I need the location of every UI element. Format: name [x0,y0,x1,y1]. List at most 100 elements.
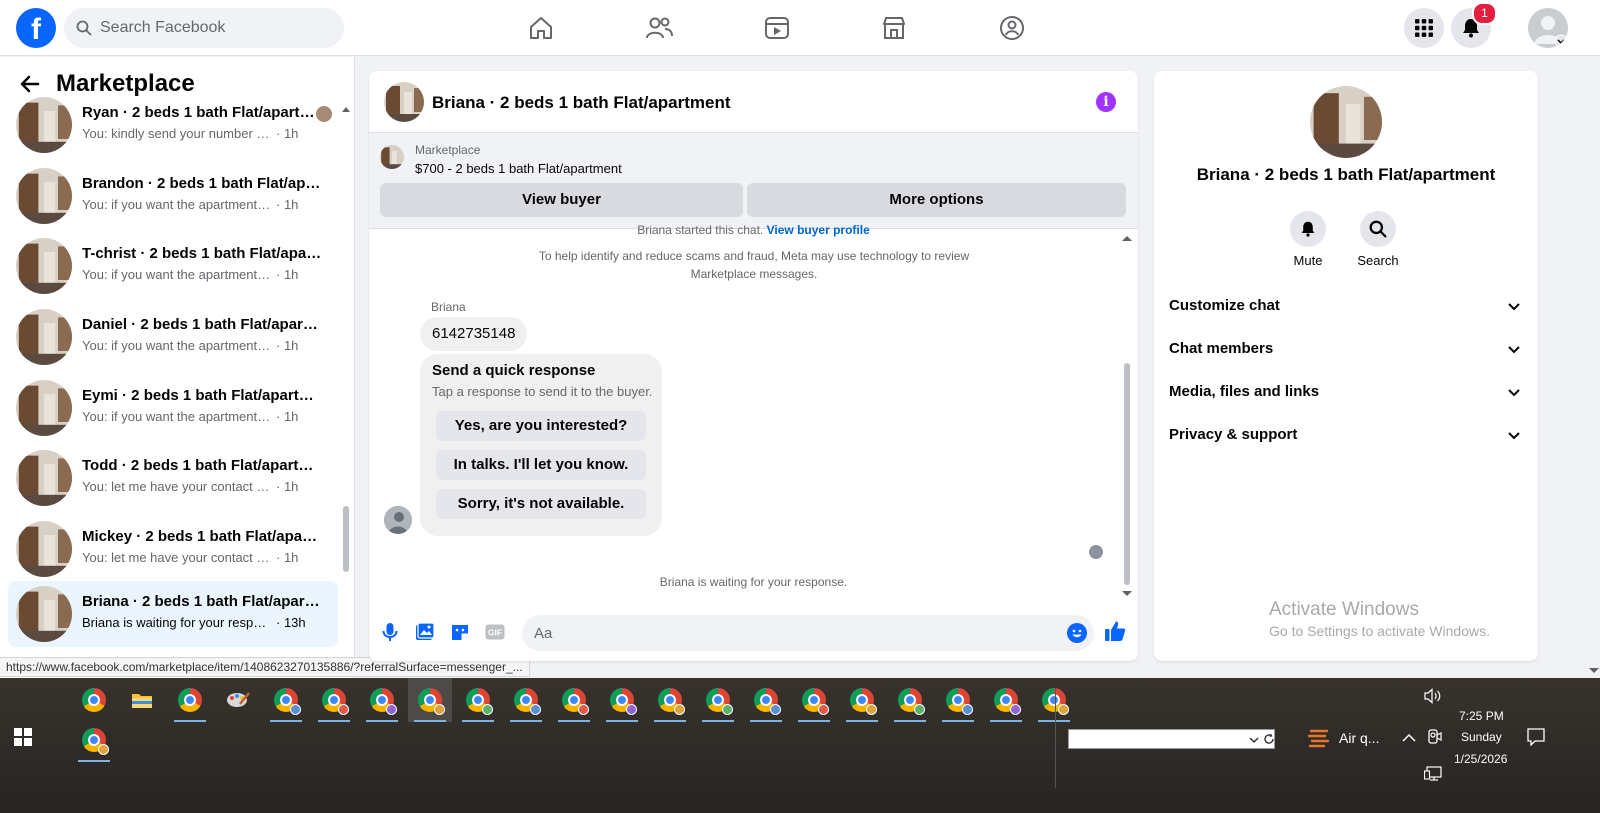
emoji-icon[interactable] [1067,623,1087,643]
search-input[interactable] [100,8,330,48]
conversation-item[interactable]: Eymi · 2 beds 1 bath Flat/apartment You: … [8,375,338,441]
taskbar-chrome-profile[interactable] [888,678,932,722]
listing-thumbnail [16,586,72,642]
clock-date[interactable]: 1/25/2026 [1454,752,1507,766]
taskbar-file-explorer[interactable] [120,678,164,722]
customize-chat-row[interactable]: Customize chat [1169,291,1525,321]
chevron-up-icon[interactable] [1402,733,1416,743]
conversation-item[interactable]: Brandon · 2 beds 1 bath Flat/apartment Yo… [8,163,338,229]
taskbar-chrome-profile[interactable] [552,678,596,722]
media-files-links-row[interactable]: Media, files and links [1169,377,1525,407]
sidebar-scrollbar[interactable] [342,102,350,662]
network-icon[interactable] [1424,766,1442,782]
sender-avatar[interactable] [384,506,412,534]
taskbar-chrome[interactable] [72,678,116,722]
taskbar-chrome-profile[interactable] [600,678,644,722]
scroll-up-arrow-icon[interactable] [342,106,350,112]
taskbar-chrome-profile[interactable] [456,678,500,722]
conversation-item[interactable]: Ryan · 2 beds 1 bath Flat/apartment You: … [8,92,338,158]
weather-air-quality-icon[interactable] [1308,727,1330,749]
scroll-down-arrow-icon[interactable] [1122,591,1132,597]
quick-response-in-talks[interactable]: In talks. I'll let you know. [436,450,646,480]
more-options-button[interactable]: More options [747,183,1126,217]
taskbar-chrome-profile[interactable] [360,678,404,722]
weather-label[interactable]: Air q... [1339,730,1379,746]
conversation-item[interactable]: Daniel · 2 beds 1 bath Flat/apartment You… [8,304,338,370]
menu-grid-icon[interactable] [1404,8,1444,48]
chat-scrollbar[interactable] [1121,233,1133,601]
taskbar-chrome-profile[interactable] [792,678,836,722]
facebook-logo-icon[interactable]: f [16,8,56,48]
notification-center-icon[interactable] [1527,728,1545,746]
chat-started-note: Briana started this chat. View buyer pro… [637,223,870,237]
taskbar-chrome-profile[interactable] [936,678,980,722]
listing-thumbnail [16,450,72,506]
info-icon[interactable]: i [1096,92,1116,112]
conversation-name: Daniel · 2 beds 1 bath Flat/apartment [82,316,322,333]
taskbar-chrome-profile[interactable] [312,678,356,722]
marketplace-label: Marketplace [415,143,481,157]
volume-icon[interactable] [1424,688,1442,704]
photo-icon[interactable] [414,621,436,643]
chat-members-row[interactable]: Chat members [1169,334,1525,364]
gif-icon[interactable]: GIF [484,621,506,643]
taskbar-paint[interactable] [216,678,260,722]
taskbar-chrome-profile[interactable] [264,678,308,722]
quick-response-yes[interactable]: Yes, are you interested? [436,411,646,441]
quick-response-not-available[interactable]: Sorry, it's not available. [436,489,646,519]
conversation-item[interactable]: Todd · 2 beds 1 bath Flat/apartment You: … [8,445,338,511]
taskbar-chrome-profile[interactable] [1032,678,1076,722]
message-bubble[interactable]: 6142735148 [420,317,528,351]
message-input[interactable] [522,615,1094,651]
sticker-icon[interactable] [449,621,471,643]
chat-listing-thumbnail[interactable] [384,82,424,122]
home-icon[interactable] [523,10,559,46]
windows-start-icon[interactable] [14,728,32,746]
scroll-up-arrow-icon[interactable] [1122,235,1132,241]
taskbar-chrome-profile[interactable] [744,678,788,722]
search-conversation-button[interactable]: Search [1348,211,1408,268]
taskbar-chrome-profile[interactable] [984,678,1028,722]
conversation-item[interactable]: Briana · 2 beds 1 bath Flat/apartment Bri… [8,581,338,647]
taskbar-chrome-profile[interactable] [504,678,548,722]
mute-button[interactable]: Mute [1278,211,1338,268]
clock-time[interactable]: 7:25 PM [1459,709,1504,723]
groups-icon[interactable] [994,10,1030,46]
taskbar-chrome-profile[interactable] [72,718,116,762]
view-buyer-profile-link[interactable]: View buyer profile [767,223,870,237]
conversation-item[interactable]: Mickey · 2 beds 1 bath Flat/apartment You… [8,516,338,582]
taskbar-address-box[interactable] [1068,729,1275,749]
notifications-button[interactable]: 1 [1451,2,1497,48]
scroll-down-arrow-icon[interactable] [1589,668,1599,674]
chrome-profile-icon [514,688,541,715]
taskbar-chrome-profile[interactable] [696,678,740,722]
back-arrow-icon[interactable] [20,74,40,94]
details-listing-photo[interactable] [1310,86,1382,158]
marketplace-icon[interactable] [876,10,912,46]
privacy-support-row[interactable]: Privacy & support [1169,420,1525,450]
conversation-item[interactable]: T-christ · 2 beds 1 bath Flat/apartment Y… [8,233,338,299]
taskbar-chrome-profile[interactable] [408,678,452,722]
sidebar-scroll-thumb[interactable] [343,506,349,572]
refresh-icon[interactable] [1263,733,1275,745]
clock-day[interactable]: Sunday [1461,730,1502,744]
friends-icon[interactable] [641,10,677,46]
microphone-icon[interactable] [379,621,401,643]
search-box[interactable] [64,8,344,48]
view-buyer-button[interactable]: View buyer [380,183,743,217]
dropdown-arrow-icon[interactable] [1249,736,1259,744]
taskbar-chrome-profile[interactable] [648,678,692,722]
page-scrollbar[interactable] [1588,56,1600,678]
chat-scroll-thumb[interactable] [1124,363,1130,585]
chat-header: Briana · 2 beds 1 bath Flat/apartment i [369,71,1138,133]
thumbs-up-icon[interactable] [1104,620,1126,642]
chevron-down-icon [1508,346,1520,354]
sender-name: Briana [431,300,466,314]
video-icon[interactable] [759,10,795,46]
chrome-profile-icon [82,728,109,755]
taskbar-chrome-profile[interactable] [840,678,884,722]
taskbar-chrome-window[interactable] [168,678,212,722]
meet-now-icon[interactable] [1426,729,1442,745]
conversation-snippet: You: if you want the apartment let ... · … [82,338,299,353]
profile-avatar[interactable] [1528,8,1568,48]
